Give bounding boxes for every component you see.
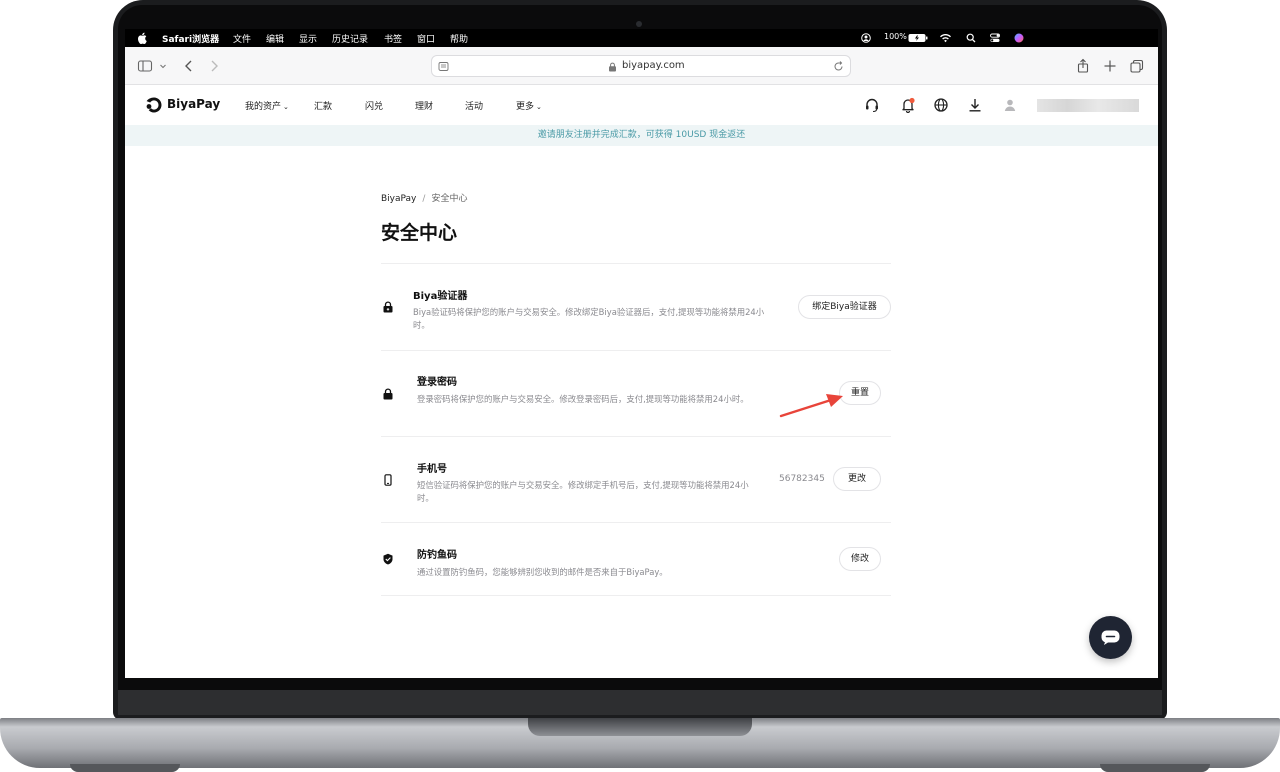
reader-mode-icon[interactable] [438,61,449,72]
authenticator-lock-icon [383,301,393,313]
menu-help[interactable]: 帮助 [450,32,468,45]
nav-remittance[interactable]: 汇款 [314,99,332,112]
laptop-foot-right [1100,764,1210,772]
padlock-icon [383,388,393,400]
row-divider [381,350,891,351]
menu-history[interactable]: 历史记录 [332,32,368,45]
nav-my-assets-label: 我的资产 [245,102,282,112]
row-desc-anti-phishing: 通过设置防钓鱼码，您能够辨别您收到的邮件是否来自于BiyaPay。 [417,567,668,577]
reset-password-button[interactable]: 重置 [839,381,881,405]
phone-number-value: 56782345 [779,474,825,484]
annotation-arrow [779,394,843,418]
row-title-login-password: 登录密码 [417,377,457,388]
site-header: BiyaPay 我的资产 ⌄ 汇款 闪兑 理财 活动 更多 ⌄ [125,85,1158,125]
chat-bubble-icon [1101,630,1120,645]
notification-dot [909,97,915,104]
phone-icon [384,474,392,486]
siri-icon[interactable] [1014,33,1024,43]
user-circle-icon[interactable] [861,33,871,43]
mac-menu-bar: Safari浏览器 文件 编辑 显示 历史记录 书签 窗口 帮助 100% [125,29,1158,47]
row-desc-login-password: 登录密码将保护您的账户与交易安全。修改登录密码后，支付,提现等功能将禁用24小时… [417,394,749,404]
menu-bookmarks[interactable]: 书签 [384,32,402,45]
chevron-down-icon[interactable] [158,58,168,74]
headset-support-icon[interactable] [864,97,880,113]
row-divider [381,595,891,596]
menu-view[interactable]: 显示 [299,32,317,45]
laptop-chin [118,690,1162,715]
address-bar[interactable]: biyapay.com [431,55,851,77]
row-title-phone: 手机号 [417,464,447,475]
nav-my-assets-chevron-icon: ⌄ [283,103,289,111]
battery-percent: 100% [884,32,907,41]
nav-more-label: 更多 [516,102,535,112]
url-text[interactable]: biyapay.com [622,60,685,71]
row-divider [381,436,891,437]
laptop-foot-left [70,764,180,772]
shield-check-icon [383,553,393,565]
brand-name[interactable]: BiyaPay [167,97,220,111]
download-icon[interactable] [967,97,983,113]
laptop-hinge-notch [528,718,752,736]
referral-promo-banner[interactable]: 邀请朋友注册并完成汇款，可获得 10USD 现金返还 [125,125,1158,146]
row-divider [381,522,891,523]
nav-more-chevron-icon: ⌄ [536,103,542,111]
back-arrow-icon[interactable] [181,58,197,74]
nav-more[interactable]: 更多 ⌄ [516,99,542,112]
battery-icon[interactable] [908,33,928,43]
apple-logo-icon[interactable] [137,32,147,44]
share-icon[interactable] [1075,58,1091,74]
row-desc-phone: 短信验证码将保护您的账户与交易安全。修改绑定手机号后，支付,提现等功能将禁用24… [417,480,749,503]
notification-bell-icon[interactable] [900,97,916,113]
breadcrumb: BiyaPay / 安全中心 [381,191,467,204]
page-title: 安全中心 [381,222,458,244]
breadcrumb-current: 安全中心 [431,194,468,204]
menu-edit[interactable]: 编辑 [266,32,284,45]
user-avatar-icon[interactable] [1002,97,1018,113]
menu-app-name[interactable]: Safari浏览器 [162,32,219,45]
row-desc-authenticator: Biya验证码将保护您的账户与交易安全。修改绑定Biya验证器后，支付,提现等功… [413,307,765,330]
forward-arrow-icon[interactable] [206,58,222,74]
change-phone-button[interactable]: 更改 [833,467,881,491]
screenshot-stage: Safari浏览器 文件 编辑 显示 历史记录 书签 窗口 帮助 100% bi… [0,0,1280,772]
breadcrumb-separator: / [422,194,426,204]
menu-window[interactable]: 窗口 [417,32,435,45]
menu-file[interactable]: 文件 [233,32,251,45]
control-center-icon[interactable] [990,33,1000,43]
nav-activities[interactable]: 活动 [465,99,483,112]
new-tab-plus-icon[interactable] [1102,58,1118,74]
wifi-icon[interactable] [939,33,952,43]
reload-icon[interactable] [833,61,844,72]
row-title-authenticator: Biya验证器 [413,291,468,302]
modify-anti-phishing-button[interactable]: 修改 [839,547,881,571]
row-title-anti-phishing: 防钓鱼码 [417,550,457,561]
biyapay-logo-icon[interactable] [145,96,163,114]
breadcrumb-root[interactable]: BiyaPay [381,194,416,204]
tab-overview-icon[interactable] [1129,58,1145,74]
nav-my-assets[interactable]: 我的资产 ⌄ [245,99,289,112]
row-divider [381,263,891,264]
bind-authenticator-button[interactable]: 绑定Biya验证器 [798,295,891,319]
laptop-screen: Safari浏览器 文件 编辑 显示 历史记录 书签 窗口 帮助 100% bi… [125,29,1158,678]
safari-toolbar: biyapay.com [125,47,1158,85]
chat-support-button[interactable] [1089,616,1132,659]
url-lock-icon [609,62,616,72]
sidebar-toggle-icon[interactable] [137,58,153,74]
nav-wealth[interactable]: 理财 [415,99,433,112]
camera-dot [636,21,642,27]
globe-language-icon[interactable] [933,97,949,113]
user-account-name-blurred[interactable] [1037,99,1139,112]
nav-flash-exchange[interactable]: 闪兑 [365,99,383,112]
spotlight-search-icon[interactable] [966,33,976,43]
